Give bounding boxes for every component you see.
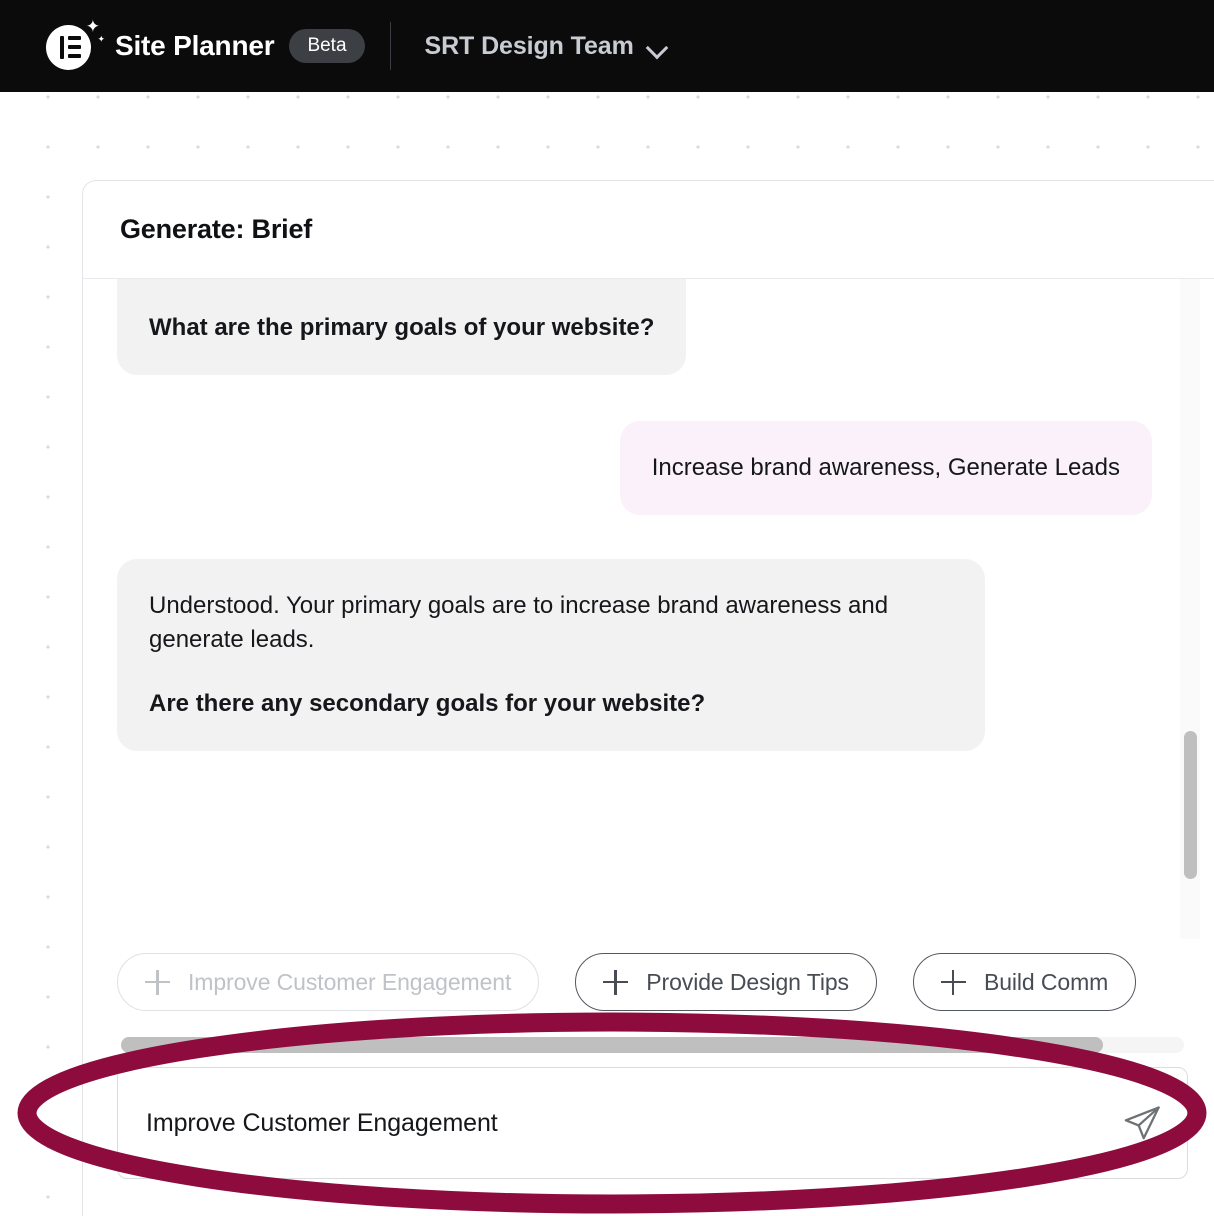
chip-label: Improve Customer Engagement: [188, 968, 512, 995]
sparkle-icon: ✦: [85, 17, 100, 36]
chat-message-bot: Understood. Your primary goals are to in…: [117, 559, 1152, 752]
panel-header: Generate: Brief: [83, 181, 1214, 279]
chat-message-bot: and Full Service Interior Design. What a…: [117, 279, 1152, 376]
team-name-label: SRT Design Team: [424, 31, 634, 60]
top-app-bar: ✦ ✦ Site Planner Beta SRT Design Team: [0, 0, 1214, 92]
suggestion-chip-provide-design-tips[interactable]: Provide Design Tips: [575, 953, 877, 1011]
appbar-divider: [389, 22, 391, 70]
logo-mark-bar-top: [68, 36, 81, 40]
suggestion-chip-build-community[interactable]: Build Comm: [912, 953, 1137, 1011]
product-title: Site Planner: [115, 30, 275, 61]
chat-bubble: and Full Service Interior Design. What a…: [117, 279, 687, 376]
scrollbar-thumb[interactable]: [1184, 731, 1197, 879]
logo-mark-bar-bottom: [68, 54, 81, 58]
chat-paragraph: and Full Service Interior Design.: [149, 279, 654, 281]
canvas-dot-grid: Generate: Brief and Full Service Interio…: [0, 92, 1214, 1216]
chat-vertical-scrollbar[interactable]: [1180, 279, 1200, 939]
logo-mark-bar-vertical: [60, 36, 64, 59]
chat-bubble: Understood. Your primary goals are to in…: [117, 559, 985, 752]
message-input[interactable]: Improve Customer Engagement: [146, 1109, 498, 1138]
send-button[interactable]: [1119, 1101, 1165, 1147]
generate-brief-panel: Generate: Brief and Full Service Interio…: [82, 180, 1214, 1216]
page-title: Generate: Brief: [120, 214, 313, 244]
composer-dock: Improve Customer Engagement: [83, 1037, 1214, 1179]
app-window: ✦ ✦ Site Planner Beta SRT Design Team Ge…: [0, 0, 1214, 1216]
team-switcher[interactable]: SRT Design Team: [425, 32, 669, 61]
send-paper-plane-icon: [1124, 1106, 1160, 1140]
scrollbar-thumb[interactable]: [121, 1037, 1103, 1053]
plus-icon: [145, 969, 170, 995]
logo-mark-bar-middle: [68, 45, 81, 49]
plus-icon: [940, 969, 966, 995]
sparkle-small-icon: ✦: [97, 34, 105, 44]
chat-message-user: Increase brand awareness, Generate Leads: [117, 421, 1152, 516]
chat-paragraph-question: What are the primary goals of your websi…: [149, 314, 655, 342]
chips-horizontal-scrollbar[interactable]: [121, 1037, 1184, 1053]
suggestion-chips: Improve Customer Engagement Provide Desi…: [83, 939, 1214, 1025]
beta-badge: Beta: [289, 29, 365, 63]
plus-icon: [603, 969, 629, 995]
chat-transcript: and Full Service Interior Design. What a…: [83, 279, 1214, 939]
chevron-down-icon: [647, 40, 669, 53]
chat-paragraph-question: Are there any secondary goals for your w…: [149, 690, 706, 718]
chip-label: Build Comm: [983, 968, 1109, 995]
chat-paragraph: Increase brand awareness, Generate Leads: [651, 454, 1120, 482]
chip-label: Provide Design Tips: [646, 968, 849, 995]
chat-paragraph: Understood. Your primary goals are to in…: [149, 592, 889, 654]
elementor-ai-logo-icon[interactable]: ✦ ✦: [46, 18, 105, 71]
suggestion-chip-improve-customer-engagement[interactable]: Improve Customer Engagement: [117, 953, 540, 1011]
message-composer[interactable]: Improve Customer Engagement: [117, 1067, 1188, 1179]
chat-bubble: Increase brand awareness, Generate Leads: [619, 421, 1152, 516]
